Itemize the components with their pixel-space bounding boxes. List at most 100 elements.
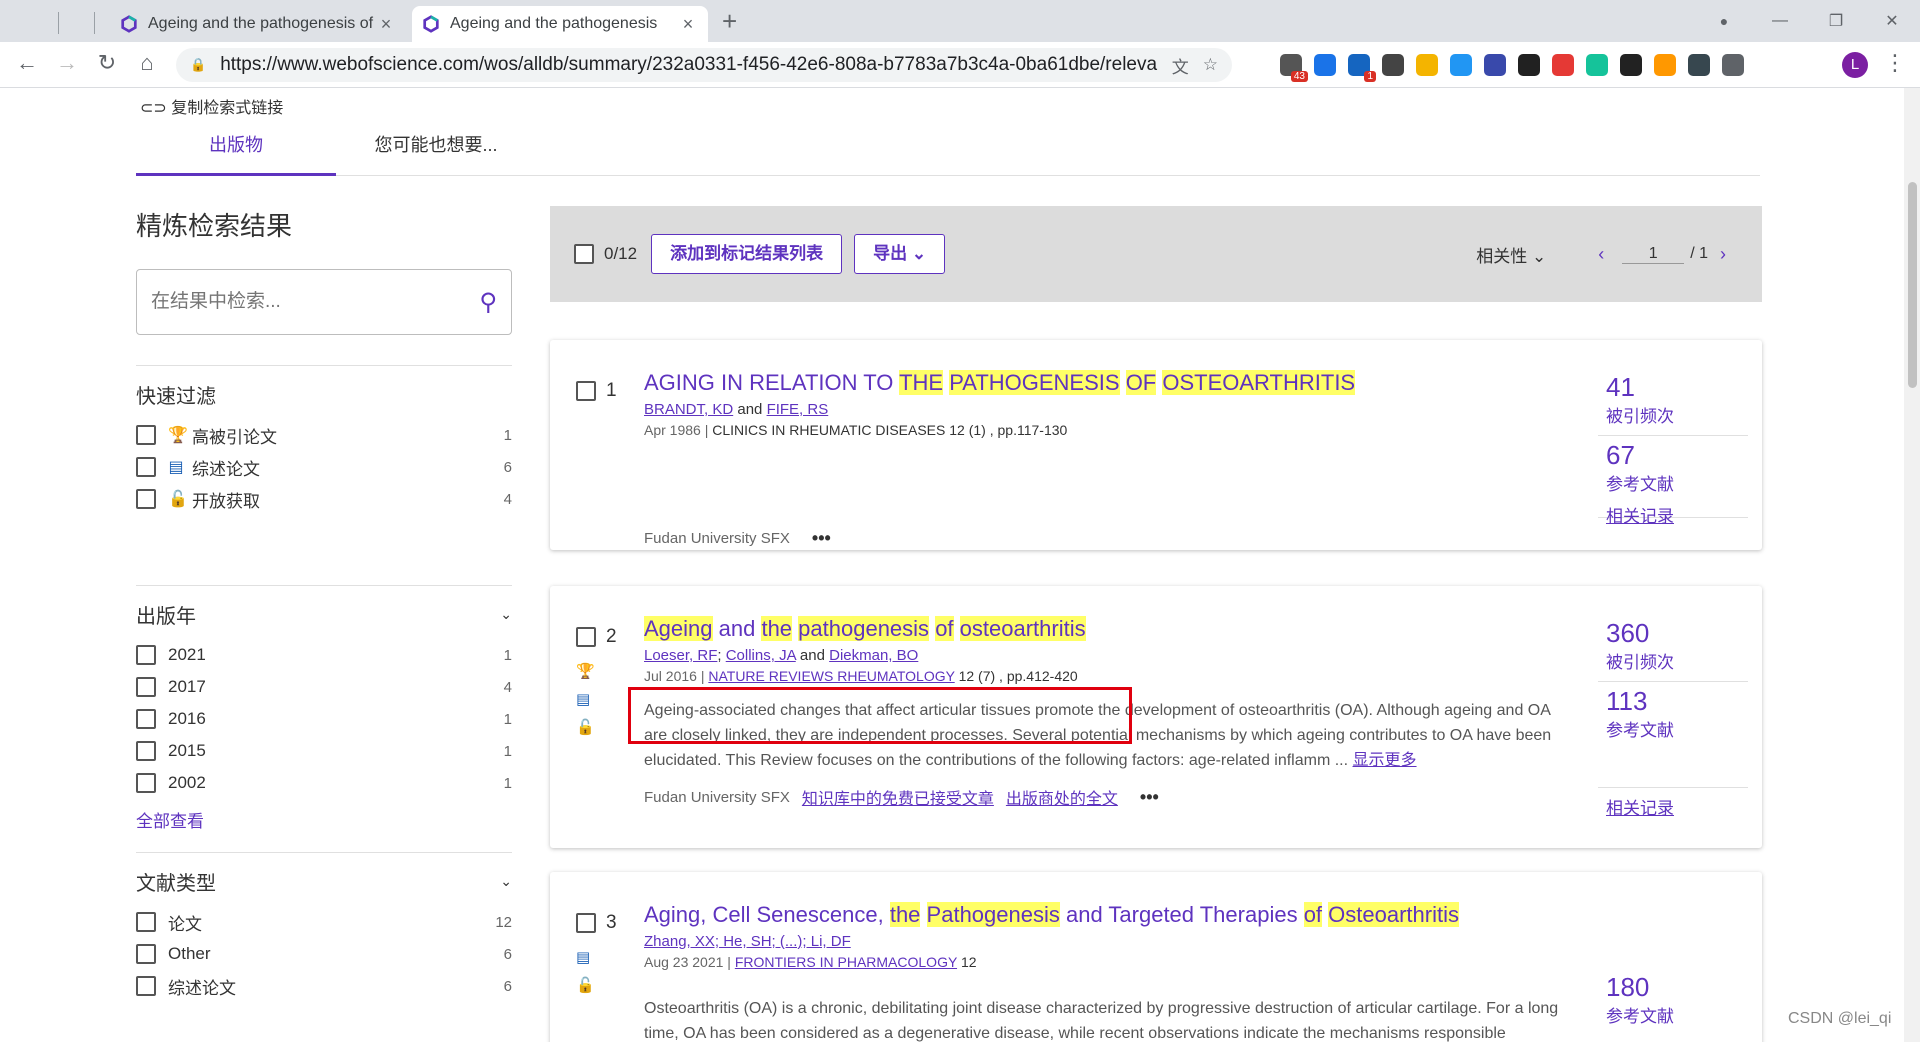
sfx-image-link[interactable]: Fudan University SFX [644, 789, 790, 806]
weibo-extension-icon[interactable] [1552, 54, 1574, 76]
author-list-link[interactable]: Zhang, XX; He, SH; (...); Li, DF [644, 933, 851, 950]
sfx-image-link[interactable]: Fudan University SFX [644, 530, 790, 547]
filter-row[interactable]: Other 6 [136, 938, 512, 970]
filter-checkbox[interactable] [136, 741, 156, 761]
sort-dropdown[interactable]: 相关性 ⌄ [1476, 242, 1546, 267]
gear-extension-icon[interactable] [1688, 54, 1710, 76]
refine-search-input[interactable] [151, 291, 480, 313]
filter-checkbox[interactable] [136, 976, 156, 996]
tab-close-icon[interactable]: × [376, 14, 396, 35]
lock-icon[interactable]: 🔒 [190, 57, 206, 73]
free-accepted-article-link[interactable]: 知识库中的免费已接受文章 [802, 785, 994, 809]
filter-checkbox[interactable] [136, 677, 156, 697]
minimize-button[interactable]: — [1752, 12, 1808, 30]
grammarly-extension-icon[interactable] [1586, 54, 1608, 76]
citation-metric[interactable]: 360 被引频次 [1598, 614, 1748, 682]
more-options-icon[interactable]: ••• [812, 528, 831, 549]
browser-tab-1[interactable]: Ageing and the pathogenesis of × [110, 6, 406, 42]
author-link[interactable]: FIFE, RS [767, 401, 829, 418]
filter-row[interactable]: 🏆 高被引论文 1 [136, 419, 512, 451]
vpn-extension-icon[interactable] [1314, 54, 1336, 76]
menu-kebab-icon[interactable]: ⋮ [1884, 50, 1906, 76]
face-extension-icon[interactable] [1518, 54, 1540, 76]
translate-icon[interactable]: 文 [1172, 53, 1189, 78]
citation-metric[interactable]: 41 被引频次 [1598, 368, 1748, 436]
select-all-checkbox[interactable] [574, 244, 594, 264]
filter-row[interactable]: ▤ 综述论文 6 [136, 451, 512, 483]
bookmark-star-icon[interactable]: ☆ [1203, 55, 1218, 75]
result-checkbox[interactable] [576, 627, 596, 647]
blue-note-extension-icon[interactable] [1450, 54, 1472, 76]
see-all-link[interactable]: 全部查看 [136, 807, 512, 832]
filter-row[interactable]: 2017 4 [136, 671, 512, 703]
more-options-icon[interactable]: ••• [1140, 787, 1159, 808]
home-icon[interactable]: ⌂ [132, 50, 162, 76]
copy-query-link[interactable]: ⊂⊃ 复制检索式链接 [140, 94, 283, 118]
reference-metric[interactable]: 113 参考文献 [1598, 682, 1748, 788]
scrollbar-thumb[interactable] [1908, 182, 1917, 388]
search-icon[interactable]: ⚲ [479, 288, 497, 317]
warning-extension-icon[interactable]: 1 [1348, 54, 1376, 82]
doctype-header[interactable]: 文献类型 ⌄ [136, 867, 512, 896]
close-window-button[interactable]: ✕ [1864, 11, 1920, 31]
tab-you-may-also-like[interactable]: 您可能也想要... [336, 118, 536, 176]
source-link[interactable]: FRONTIERS IN PHARMACOLOGY [735, 954, 957, 970]
page-input[interactable]: 1 [1622, 245, 1685, 264]
add-to-marked-list-button[interactable]: 添加到标记结果列表 [651, 234, 843, 274]
reference-metric[interactable]: 180 参考文献 [1598, 968, 1748, 1035]
chevron-down-icon[interactable]: ⌄ [500, 606, 512, 623]
export-button[interactable]: 导出 ⌄ [854, 234, 946, 274]
filter-row[interactable]: 2021 1 [136, 639, 512, 671]
new-tab-button[interactable]: + [722, 6, 737, 36]
tab-close-icon[interactable]: × [678, 14, 698, 35]
related-records-link[interactable]: 相关记录 [1606, 502, 1674, 527]
address-bar[interactable]: 🔒 https://www.webofscience.com/wos/alldb… [176, 48, 1232, 82]
profile-avatar[interactable]: L [1842, 52, 1868, 78]
infinity-extension-icon[interactable] [1620, 54, 1642, 76]
filter-checkbox[interactable] [136, 944, 156, 964]
next-page-icon[interactable]: › [1708, 244, 1738, 265]
publisher-full-text-link[interactable]: 出版商处的全文 [1006, 785, 1118, 809]
result-title[interactable]: Ageing and the pathogenesis of osteoarth… [644, 614, 1560, 644]
forward-arrow-icon[interactable]: → [52, 50, 82, 76]
filter-checkbox[interactable] [136, 489, 156, 509]
chevron-down-icon[interactable]: ⌄ [500, 873, 512, 890]
grid-extension-icon[interactable]: 43 [1280, 54, 1308, 82]
filter-checkbox[interactable] [136, 457, 156, 477]
author-link[interactable]: Collins, JA [726, 647, 796, 664]
filter-row[interactable]: 🔓 开放获取 4 [136, 483, 512, 515]
filter-checkbox[interactable] [136, 773, 156, 793]
result-checkbox[interactable] [576, 913, 596, 933]
filter-checkbox[interactable] [136, 709, 156, 729]
filter-row[interactable]: 2002 1 [136, 767, 512, 799]
clock-extension-icon[interactable] [1382, 54, 1404, 76]
profile-dropdown-icon[interactable]: ● [1696, 13, 1752, 29]
filter-row[interactable]: 2016 1 [136, 703, 512, 735]
filter-row[interactable]: 综述论文 6 [136, 970, 512, 1002]
folder-extension-icon[interactable] [1416, 54, 1438, 76]
source-link[interactable]: NATURE REVIEWS RHEUMATOLOGY [708, 668, 954, 684]
puzzle-extension-icon[interactable] [1722, 54, 1744, 76]
author-link[interactable]: Loeser, RF [644, 647, 717, 664]
url-text[interactable]: https://www.webofscience.com/wos/alldb/s… [220, 54, 1158, 76]
author-link[interactable]: Diekman, BO [829, 647, 918, 664]
tab-publications[interactable]: 出版物 [136, 118, 336, 176]
page-scrollbar[interactable] [1904, 88, 1920, 1042]
reload-icon[interactable]: ↻ [92, 50, 122, 76]
filter-checkbox[interactable] [136, 912, 156, 932]
filter-checkbox[interactable] [136, 645, 156, 665]
star-box-extension-icon[interactable] [1484, 54, 1506, 76]
filter-row[interactable]: 论文 12 [136, 906, 512, 938]
result-title[interactable]: Aging, Cell Senescence, the Pathogenesis… [644, 900, 1560, 930]
year-header[interactable]: 出版年 ⌄ [136, 600, 512, 629]
related-records-link[interactable]: 相关记录 [1606, 794, 1674, 819]
filter-checkbox[interactable] [136, 425, 156, 445]
filter-row[interactable]: 2015 1 [136, 735, 512, 767]
result-title[interactable]: AGING IN RELATION TO THE PATHOGENESIS OF… [644, 368, 1560, 398]
fish-extension-icon[interactable] [1654, 54, 1676, 76]
restore-button[interactable]: ❐ [1808, 11, 1864, 31]
browser-tab-2[interactable]: Ageing and the pathogenesis × [412, 6, 708, 42]
result-checkbox[interactable] [576, 381, 596, 401]
show-more-link[interactable]: 显示更多 [1353, 752, 1417, 769]
prev-page-icon[interactable]: ‹ [1586, 244, 1616, 265]
